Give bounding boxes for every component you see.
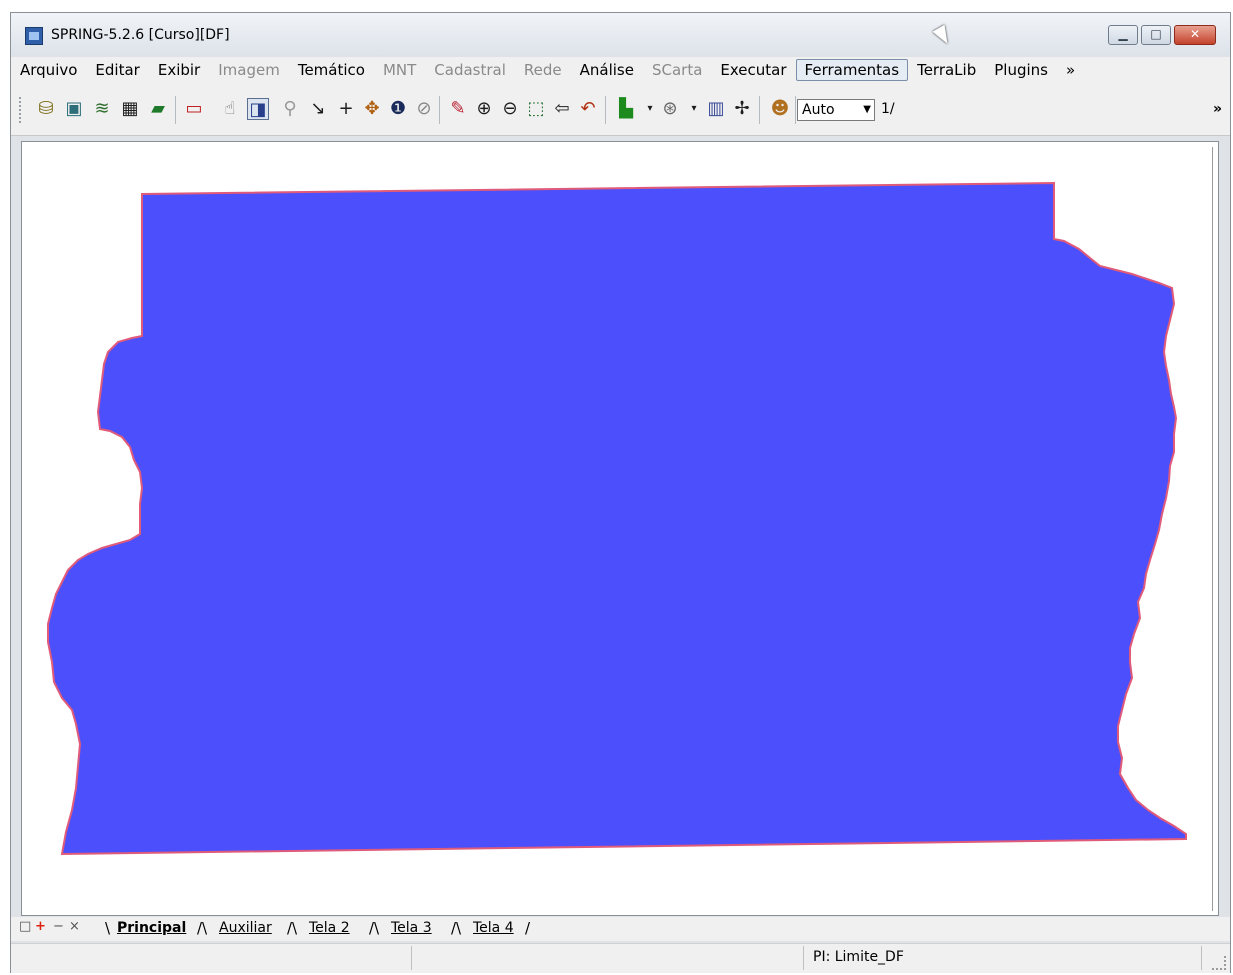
status-bar: PI: Limite_DF (11, 943, 1230, 973)
maximize-button[interactable]: □ (1141, 25, 1171, 45)
window-title: SPRING-5.2.6 [Curso][DF] (51, 27, 230, 43)
tab-divider: / (525, 919, 531, 937)
tab-tela-2[interactable]: Tela 2 (309, 920, 350, 936)
star-icon[interactable]: ✢ (731, 98, 753, 120)
mouse-cursor-icon (932, 24, 954, 48)
df-boundary-polygon (47, 181, 1187, 856)
close-icon: ✕ (1189, 27, 1201, 41)
tab-auxiliar[interactable]: Auxiliar (219, 920, 272, 936)
image-icon[interactable]: ▣ (63, 98, 85, 120)
menu-mnt[interactable]: MNT (374, 59, 425, 81)
tab-tela-4[interactable]: Tela 4 (473, 920, 514, 936)
menu-bar: Arquivo Editar Exibir Imagem Temático MN… (11, 57, 1230, 83)
tab-divider: \ (105, 919, 111, 937)
menu-imagem[interactable]: Imagem (209, 59, 289, 81)
menu-analise[interactable]: Análise (571, 59, 643, 81)
toolbar-separator (175, 96, 176, 124)
tab-add-icon[interactable]: + (35, 919, 46, 934)
tab-window-icon[interactable]: □ (19, 919, 31, 934)
pencil-icon[interactable]: ✎ (447, 98, 469, 120)
menu-scarta[interactable]: SCarta (643, 59, 711, 81)
app-icon (25, 27, 43, 45)
dropdown-arrow-icon[interactable]: ▾ (639, 98, 661, 120)
measure-icon[interactable]: ⊛ (659, 98, 681, 120)
menu-editar[interactable]: Editar (86, 59, 148, 81)
layers-icon[interactable]: ≋ (91, 98, 113, 120)
toolbar-more-button[interactable]: » (1213, 101, 1222, 117)
toolbar-grip[interactable] (19, 97, 24, 123)
green-layer-icon[interactable]: ▙ (615, 98, 637, 120)
resize-grip-icon[interactable] (1212, 956, 1226, 970)
scale-value: 1/ (881, 101, 895, 117)
tab-divider: /\ (197, 919, 208, 937)
map-canvas[interactable] (21, 141, 1219, 916)
menu-plugins[interactable]: Plugins (985, 59, 1057, 81)
status-divider (1201, 946, 1202, 970)
tab-principal[interactable]: Principal (117, 920, 186, 936)
window-controls: ▁ □ ✕ (1108, 25, 1216, 45)
close-button[interactable]: ✕ (1174, 25, 1216, 45)
maximize-icon: □ (1150, 27, 1162, 41)
scale-select-value: Auto (802, 102, 835, 118)
palette-icon[interactable]: ☻ (769, 98, 791, 120)
status-divider (803, 946, 804, 970)
zoom-in-icon[interactable]: ⊕ (473, 98, 495, 120)
cursor-icon[interactable]: ☝ (219, 98, 241, 120)
no-icon[interactable]: ⊘ (413, 98, 435, 120)
undo-icon[interactable]: ↶ (577, 98, 599, 120)
minimize-button[interactable]: ▁ (1108, 25, 1138, 45)
move-icon[interactable]: ✥ (361, 98, 383, 120)
menu-arquivo[interactable]: Arquivo (11, 59, 86, 81)
tab-tela-3[interactable]: Tela 3 (391, 920, 432, 936)
zoom-area-icon[interactable]: ⬚ (525, 98, 547, 120)
view-tabs: □ + − × \ Principal /\ Auxiliar /\ Tela … (11, 917, 1230, 941)
toolbar-separator (605, 96, 606, 124)
menu-executar[interactable]: Executar (711, 59, 795, 81)
menu-exibir[interactable]: Exibir (149, 59, 209, 81)
plus-icon[interactable]: + (335, 98, 357, 120)
menu-tematico[interactable]: Temático (289, 59, 374, 81)
grid-icon[interactable]: ▦ (119, 98, 141, 120)
select-mode-icon[interactable]: ◨ (247, 98, 269, 120)
minimize-icon: ▁ (1118, 27, 1128, 41)
scrollbar[interactable] (1212, 147, 1213, 911)
tab-remove-icon[interactable]: − (53, 919, 64, 934)
status-pi: PI: Limite_DF (813, 949, 904, 965)
menu-rede[interactable]: Rede (515, 59, 571, 81)
tab-divider: /\ (287, 919, 298, 937)
menu-cadastral[interactable]: Cadastral (425, 59, 515, 81)
tab-divider: /\ (369, 919, 380, 937)
arrow-down-right-icon[interactable]: ↘ (307, 98, 329, 120)
menu-terralib[interactable]: TerraLib (908, 59, 985, 81)
title-bar[interactable]: SPRING-5.2.6 [Curso][DF] ▁ □ ✕ (11, 13, 1230, 55)
plane-icon[interactable]: ▰ (147, 98, 169, 120)
map-svg (47, 181, 1187, 856)
tab-close-icon[interactable]: × (69, 919, 80, 934)
histogram-icon[interactable]: ▥ (705, 98, 727, 120)
status-divider (411, 946, 412, 970)
chevron-down-icon: ▼ (863, 104, 871, 115)
scale-select[interactable]: Auto ▼ (797, 99, 875, 121)
toolbar: ⛁ ▣ ≋ ▦ ▰ ▭ ☝ ◨ ⚲ ↘ + ✥ ❶ ⊘ ✎ ⊕ ⊖ ⬚ ⇦ ↶ … (11, 83, 1230, 136)
toolbar-separator (439, 96, 440, 124)
tab-divider: /\ (451, 919, 462, 937)
toolbar-separator (795, 96, 796, 124)
database-icon[interactable]: ⛁ (35, 98, 57, 120)
toolbar-separator (759, 96, 760, 124)
window-icon[interactable]: ▭ (183, 98, 205, 120)
zoom-out-icon[interactable]: ⊖ (499, 98, 521, 120)
menu-ferramentas[interactable]: Ferramentas (795, 59, 909, 81)
dropdown-arrow-icon[interactable]: ▾ (683, 98, 705, 120)
menu-more[interactable]: » (1057, 59, 1084, 81)
search-icon[interactable]: ⚲ (279, 98, 301, 120)
back-icon[interactable]: ⇦ (551, 98, 573, 120)
app-window: SPRING-5.2.6 [Curso][DF] ▁ □ ✕ Arquivo E… (10, 12, 1231, 973)
info-icon[interactable]: ❶ (387, 98, 409, 120)
